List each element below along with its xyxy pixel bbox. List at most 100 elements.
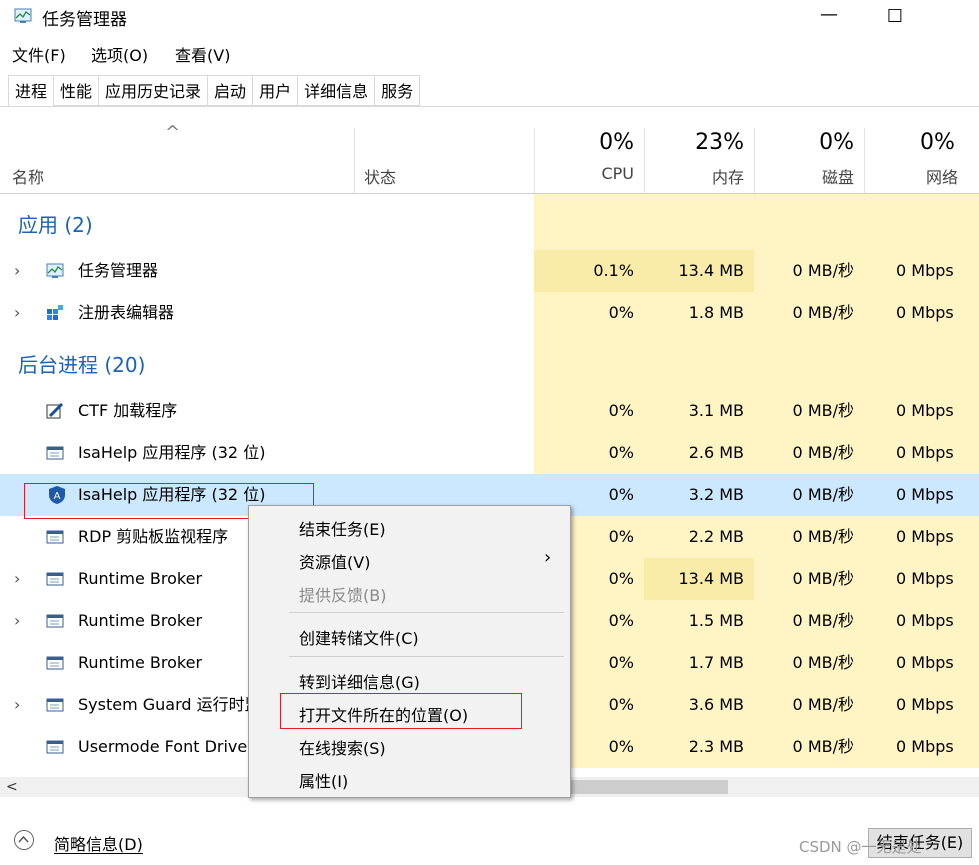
menu-item-create-dump[interactable]: 创建转储文件(C) bbox=[299, 625, 419, 649]
tab-app-history[interactable]: 应用历史记录 bbox=[99, 75, 209, 106]
process-name: Runtime Broker bbox=[78, 569, 203, 588]
group-header-apps[interactable]: 应用 (2) bbox=[0, 194, 979, 250]
group-header-background[interactable]: 后台进程 (20) bbox=[0, 334, 979, 390]
disk-value: 0 MB/秒 bbox=[792, 261, 854, 280]
menu-item-provide-feedback: 提供反馈(B) bbox=[299, 586, 387, 605]
tab-users[interactable]: 用户 bbox=[253, 75, 299, 106]
disk-total-percent[interactable]: 0% bbox=[764, 130, 854, 155]
tab-bar: 进程 性能 应用历史记录 启动 用户 详细信息 服务 bbox=[8, 75, 421, 107]
memory-total-percent[interactable]: 23% bbox=[654, 130, 744, 155]
network-value: 0 Mbps bbox=[896, 611, 954, 630]
menu-item-go-to-details[interactable]: 转到详细信息(G) bbox=[299, 669, 420, 693]
tab-divider bbox=[0, 106, 979, 107]
process-row-isahelp[interactable]: IsaHelp 应用程序 (32 位) 0% 2.6 MB 0 MB/秒 0 M… bbox=[0, 432, 979, 474]
process-name: RDP 剪贴板监视程序 bbox=[78, 527, 229, 546]
column-header-cpu[interactable]: CPU bbox=[544, 164, 634, 183]
task-manager-icon bbox=[46, 263, 64, 278]
tab-details[interactable]: 详细信息 bbox=[298, 75, 376, 106]
menu-separator bbox=[289, 656, 564, 657]
menu-file[interactable]: 文件(F) bbox=[12, 42, 66, 66]
memory-value: 1.5 MB bbox=[688, 611, 744, 630]
tab-processes[interactable]: 进程 bbox=[8, 75, 55, 107]
minimize-button[interactable]: — bbox=[806, 0, 852, 34]
context-menu: 结束任务(E) 资源值(V) › 提供反馈(B) 创建转储文件(C) 转到详细信… bbox=[248, 505, 571, 798]
submenu-arrow-icon: › bbox=[544, 547, 552, 568]
maximize-button[interactable]: ☐ bbox=[872, 0, 918, 34]
memory-value: 3.6 MB bbox=[688, 695, 744, 714]
expand-chevron-icon[interactable]: › bbox=[14, 250, 20, 292]
sort-up-icon: ^ bbox=[165, 122, 181, 143]
disk-value: 0 MB/秒 bbox=[792, 611, 854, 630]
process-row-task-manager[interactable]: › 任务管理器 0.1% 13.4 MB 0 MB/秒 0 Mbps bbox=[0, 250, 979, 292]
column-separator[interactable] bbox=[534, 128, 535, 194]
column-header-name[interactable]: 名称 bbox=[12, 164, 44, 188]
process-name: Usermode Font Driver Host bbox=[78, 737, 248, 756]
network-value: 0 Mbps bbox=[896, 485, 954, 504]
memory-value: 13.4 MB bbox=[678, 569, 745, 588]
disk-value: 0 MB/秒 bbox=[792, 443, 854, 462]
cpu-total-percent[interactable]: 0% bbox=[544, 130, 634, 155]
disk-value: 0 MB/秒 bbox=[792, 303, 854, 322]
cpu-value: 0.1% bbox=[593, 261, 634, 280]
column-header-disk[interactable]: 磁盘 bbox=[764, 164, 854, 188]
menu-options[interactable]: 选项(O) bbox=[91, 42, 148, 66]
group-label-background: 后台进程 (20) bbox=[18, 353, 146, 377]
disk-value: 0 MB/秒 bbox=[792, 401, 854, 420]
collapse-up-icon[interactable] bbox=[14, 830, 34, 850]
process-name: CTF 加载程序 bbox=[78, 401, 178, 420]
disk-value: 0 MB/秒 bbox=[792, 527, 854, 546]
scroll-left-arrow-icon[interactable]: < bbox=[6, 777, 18, 797]
disk-value: 0 MB/秒 bbox=[792, 569, 854, 588]
application-window-icon bbox=[46, 530, 64, 544]
network-value: 0 Mbps bbox=[896, 737, 954, 756]
network-value: 0 Mbps bbox=[896, 303, 954, 322]
network-total-percent[interactable]: 0% bbox=[920, 130, 979, 155]
menu-view[interactable]: 查看(V) bbox=[175, 42, 230, 66]
fewer-details-link[interactable]: 简略信息(D) bbox=[54, 831, 143, 855]
application-window-icon bbox=[46, 614, 64, 628]
ctf-pen-icon bbox=[46, 403, 64, 419]
process-name: Runtime Broker bbox=[78, 611, 203, 630]
column-separator[interactable] bbox=[354, 128, 355, 194]
memory-value: 13.4 MB bbox=[678, 261, 745, 280]
expand-chevron-icon[interactable]: › bbox=[14, 558, 20, 600]
column-header-memory[interactable]: 内存 bbox=[654, 164, 744, 188]
cpu-value: 0% bbox=[608, 401, 634, 420]
process-row-ctf-loader[interactable]: CTF 加载程序 0% 3.1 MB 0 MB/秒 0 Mbps bbox=[0, 390, 979, 432]
application-window-icon bbox=[46, 572, 64, 586]
process-row-regedit[interactable]: › 注册表编辑器 0% 1.8 MB 0 MB/秒 0 Mbps bbox=[0, 292, 979, 334]
process-name: IsaHelp 应用程序 (32 位) bbox=[78, 443, 266, 462]
expand-chevron-icon[interactable]: › bbox=[14, 684, 20, 726]
process-name: System Guard 运行时监视器代理 bbox=[78, 695, 248, 714]
menu-item-resource-values[interactable]: 资源值(V) bbox=[299, 549, 370, 573]
group-label-apps: 应用 (2) bbox=[18, 213, 93, 237]
expand-chevron-icon[interactable]: › bbox=[14, 600, 20, 642]
column-header-network[interactable]: 网络 bbox=[926, 164, 979, 188]
menu-item-search-online[interactable]: 在线搜索(S) bbox=[299, 735, 386, 759]
disk-value: 0 MB/秒 bbox=[792, 695, 854, 714]
column-separator[interactable] bbox=[644, 128, 645, 194]
cpu-value: 0% bbox=[608, 443, 634, 462]
network-value: 0 Mbps bbox=[896, 261, 954, 280]
column-separator[interactable] bbox=[864, 128, 865, 194]
menu-item-properties[interactable]: 属性(I) bbox=[299, 768, 348, 792]
expand-chevron-icon[interactable]: › bbox=[14, 292, 20, 334]
application-window-icon bbox=[46, 740, 64, 754]
tab-services[interactable]: 服务 bbox=[375, 75, 421, 106]
application-window-icon bbox=[46, 698, 64, 712]
tab-performance[interactable]: 性能 bbox=[54, 75, 100, 106]
column-header-status[interactable]: 状态 bbox=[364, 164, 396, 188]
network-value: 0 Mbps bbox=[896, 695, 954, 714]
menu-separator bbox=[289, 612, 564, 613]
memory-value: 2.3 MB bbox=[688, 737, 744, 756]
column-separator[interactable] bbox=[754, 128, 755, 194]
tab-startup[interactable]: 启动 bbox=[208, 75, 254, 106]
menu-item-end-task[interactable]: 结束任务(E) bbox=[299, 516, 386, 540]
memory-value: 1.8 MB bbox=[688, 303, 744, 322]
registry-editor-icon bbox=[47, 305, 63, 320]
process-name: 注册表编辑器 bbox=[78, 303, 175, 322]
disk-value: 0 MB/秒 bbox=[792, 737, 854, 756]
application-window-icon bbox=[46, 446, 64, 460]
disk-value: 0 MB/秒 bbox=[792, 653, 854, 672]
network-value: 0 Mbps bbox=[896, 401, 954, 420]
